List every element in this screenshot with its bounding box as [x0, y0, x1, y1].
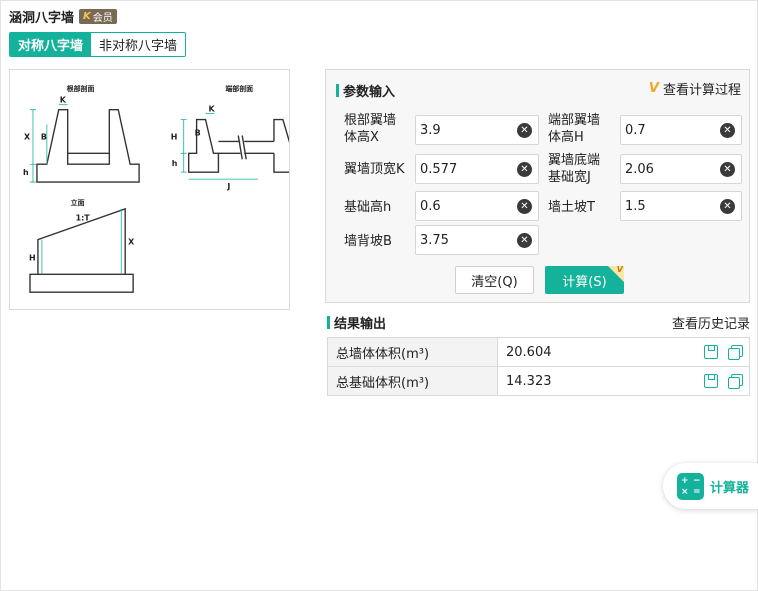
- param-section-header: 参数输入: [336, 81, 395, 100]
- table-row: 总墙体体积(m³) 20.604: [327, 337, 750, 367]
- copy-icon[interactable]: [728, 374, 743, 389]
- root-height-x-input[interactable]: 3.9 ✕: [415, 115, 539, 145]
- back-slope-b-input[interactable]: 3.75 ✕: [415, 225, 539, 255]
- calculator-icon: + − × =: [677, 472, 704, 500]
- result-value-cell: 14.323: [497, 366, 750, 396]
- clear-icon[interactable]: ✕: [517, 199, 532, 214]
- view-history-link[interactable]: 查看历史记录: [672, 313, 750, 332]
- root-section-title: 根部剖面: [67, 84, 95, 93]
- calculator-label: 计算器: [710, 480, 750, 496]
- app-window: 涵洞八字墙 K 会员 对称八字墙 非对称八字墙 根部剖面 端部剖面 立面 X B…: [0, 0, 758, 591]
- result-section-header: 结果输出: [327, 313, 386, 332]
- soil-slope-t-input[interactable]: 1.5 ✕: [620, 191, 742, 221]
- vip-vf-icon: V: [648, 81, 659, 96]
- label-k-end: K: [209, 105, 216, 114]
- end-section-drawing: [187, 118, 304, 173]
- table-row: 总基础体积(m³) 14.323: [327, 366, 750, 396]
- result-value-cell: 20.604: [497, 337, 750, 367]
- copy-icon[interactable]: [728, 345, 743, 360]
- vip-badge: K 会员: [79, 8, 117, 24]
- accent-bar: [327, 316, 330, 329]
- clear-icon[interactable]: ✕: [720, 162, 735, 177]
- field-foundation-h: 基础高h: [344, 200, 392, 215]
- result-name: 总墙体体积(m³): [327, 337, 498, 367]
- field-end-height-h: 端部翼墙 体高H: [548, 113, 601, 145]
- label-x-elev: X: [128, 238, 134, 247]
- end-height-h-input[interactable]: 0.7 ✕: [620, 115, 742, 145]
- view-process-link[interactable]: V 查看计算过程: [649, 79, 741, 98]
- result-value: 14.323: [506, 373, 552, 389]
- clear-icon[interactable]: ✕: [517, 162, 532, 177]
- vip-k-icon: K: [83, 10, 91, 22]
- tab-symmetric[interactable]: 对称八字墙: [10, 33, 92, 56]
- clear-icon[interactable]: ✕: [517, 123, 532, 138]
- label-b-end: B: [195, 128, 201, 137]
- field-top-width-k: 翼墙顶宽K: [344, 162, 405, 177]
- label-h-small-end: h: [172, 159, 178, 168]
- tab-asymmetric[interactable]: 非对称八字墙: [91, 33, 186, 56]
- calculator-float-button[interactable]: + − × = 计算器: [663, 463, 758, 509]
- save-icon[interactable]: [704, 345, 718, 359]
- label-k: K: [60, 96, 67, 105]
- top-width-k-input[interactable]: 0.577 ✕: [415, 154, 539, 184]
- vip-v-icon: V: [616, 266, 623, 274]
- wing-wall-diagram: 根部剖面 端部剖面 立面 X B K h H B K h J 1:T H X: [23, 84, 304, 293]
- end-section-title: 端部剖面: [225, 84, 253, 93]
- result-value: 20.604: [506, 344, 552, 360]
- label-h-small: h: [23, 168, 29, 177]
- field-soil-slope-t: 墙土坡T: [548, 200, 595, 215]
- label-h-elev: H: [29, 253, 36, 262]
- param-input-panel: 参数输入 V 查看计算过程 根部翼墙 体高X 3.9 ✕ 端部翼墙 体高H 0.…: [325, 69, 750, 303]
- accent-bar: [336, 84, 339, 97]
- label-h-end: H: [171, 132, 178, 141]
- page-title: 涵洞八字墙: [9, 10, 75, 26]
- row-actions: [704, 374, 743, 389]
- clear-icon[interactable]: ✕: [720, 123, 735, 138]
- clear-icon[interactable]: ✕: [517, 233, 532, 248]
- field-base-width-j: 翼墙底端 基础宽J: [548, 153, 601, 185]
- label-b: B: [41, 132, 47, 141]
- title-row: 涵洞八字墙 K 会员: [9, 7, 117, 26]
- label-slope: 1:T: [76, 214, 91, 223]
- diagram-panel: 根部剖面 端部剖面 立面 X B K h H B K h J 1:T H X: [9, 69, 304, 310]
- field-label: 根部翼墙 体高X: [344, 113, 397, 145]
- row-actions: [704, 345, 743, 360]
- root-section-drawing: [36, 108, 140, 183]
- base-width-j-input[interactable]: 2.06 ✕: [620, 154, 742, 184]
- clear-icon[interactable]: ✕: [720, 199, 735, 214]
- field-back-slope-b: 墙背坡B: [344, 234, 392, 249]
- label-j: J: [226, 182, 230, 191]
- field-root-height-x: 根部翼墙 体高X: [344, 112, 396, 146]
- save-icon[interactable]: [704, 374, 718, 388]
- foundation-h-input[interactable]: 0.6 ✕: [415, 191, 539, 221]
- clear-button[interactable]: 清空(Q): [455, 266, 534, 294]
- calculate-button[interactable]: 计算(S) V: [545, 266, 624, 294]
- label-x: X: [24, 132, 30, 141]
- result-name: 总基础体积(m³): [327, 366, 498, 396]
- elevation-title: 立面: [71, 198, 85, 207]
- tab-bar: 对称八字墙 非对称八字墙: [9, 32, 187, 57]
- result-table: 总墙体体积(m³) 20.604 总基础体积(m³) 14.323: [327, 337, 750, 396]
